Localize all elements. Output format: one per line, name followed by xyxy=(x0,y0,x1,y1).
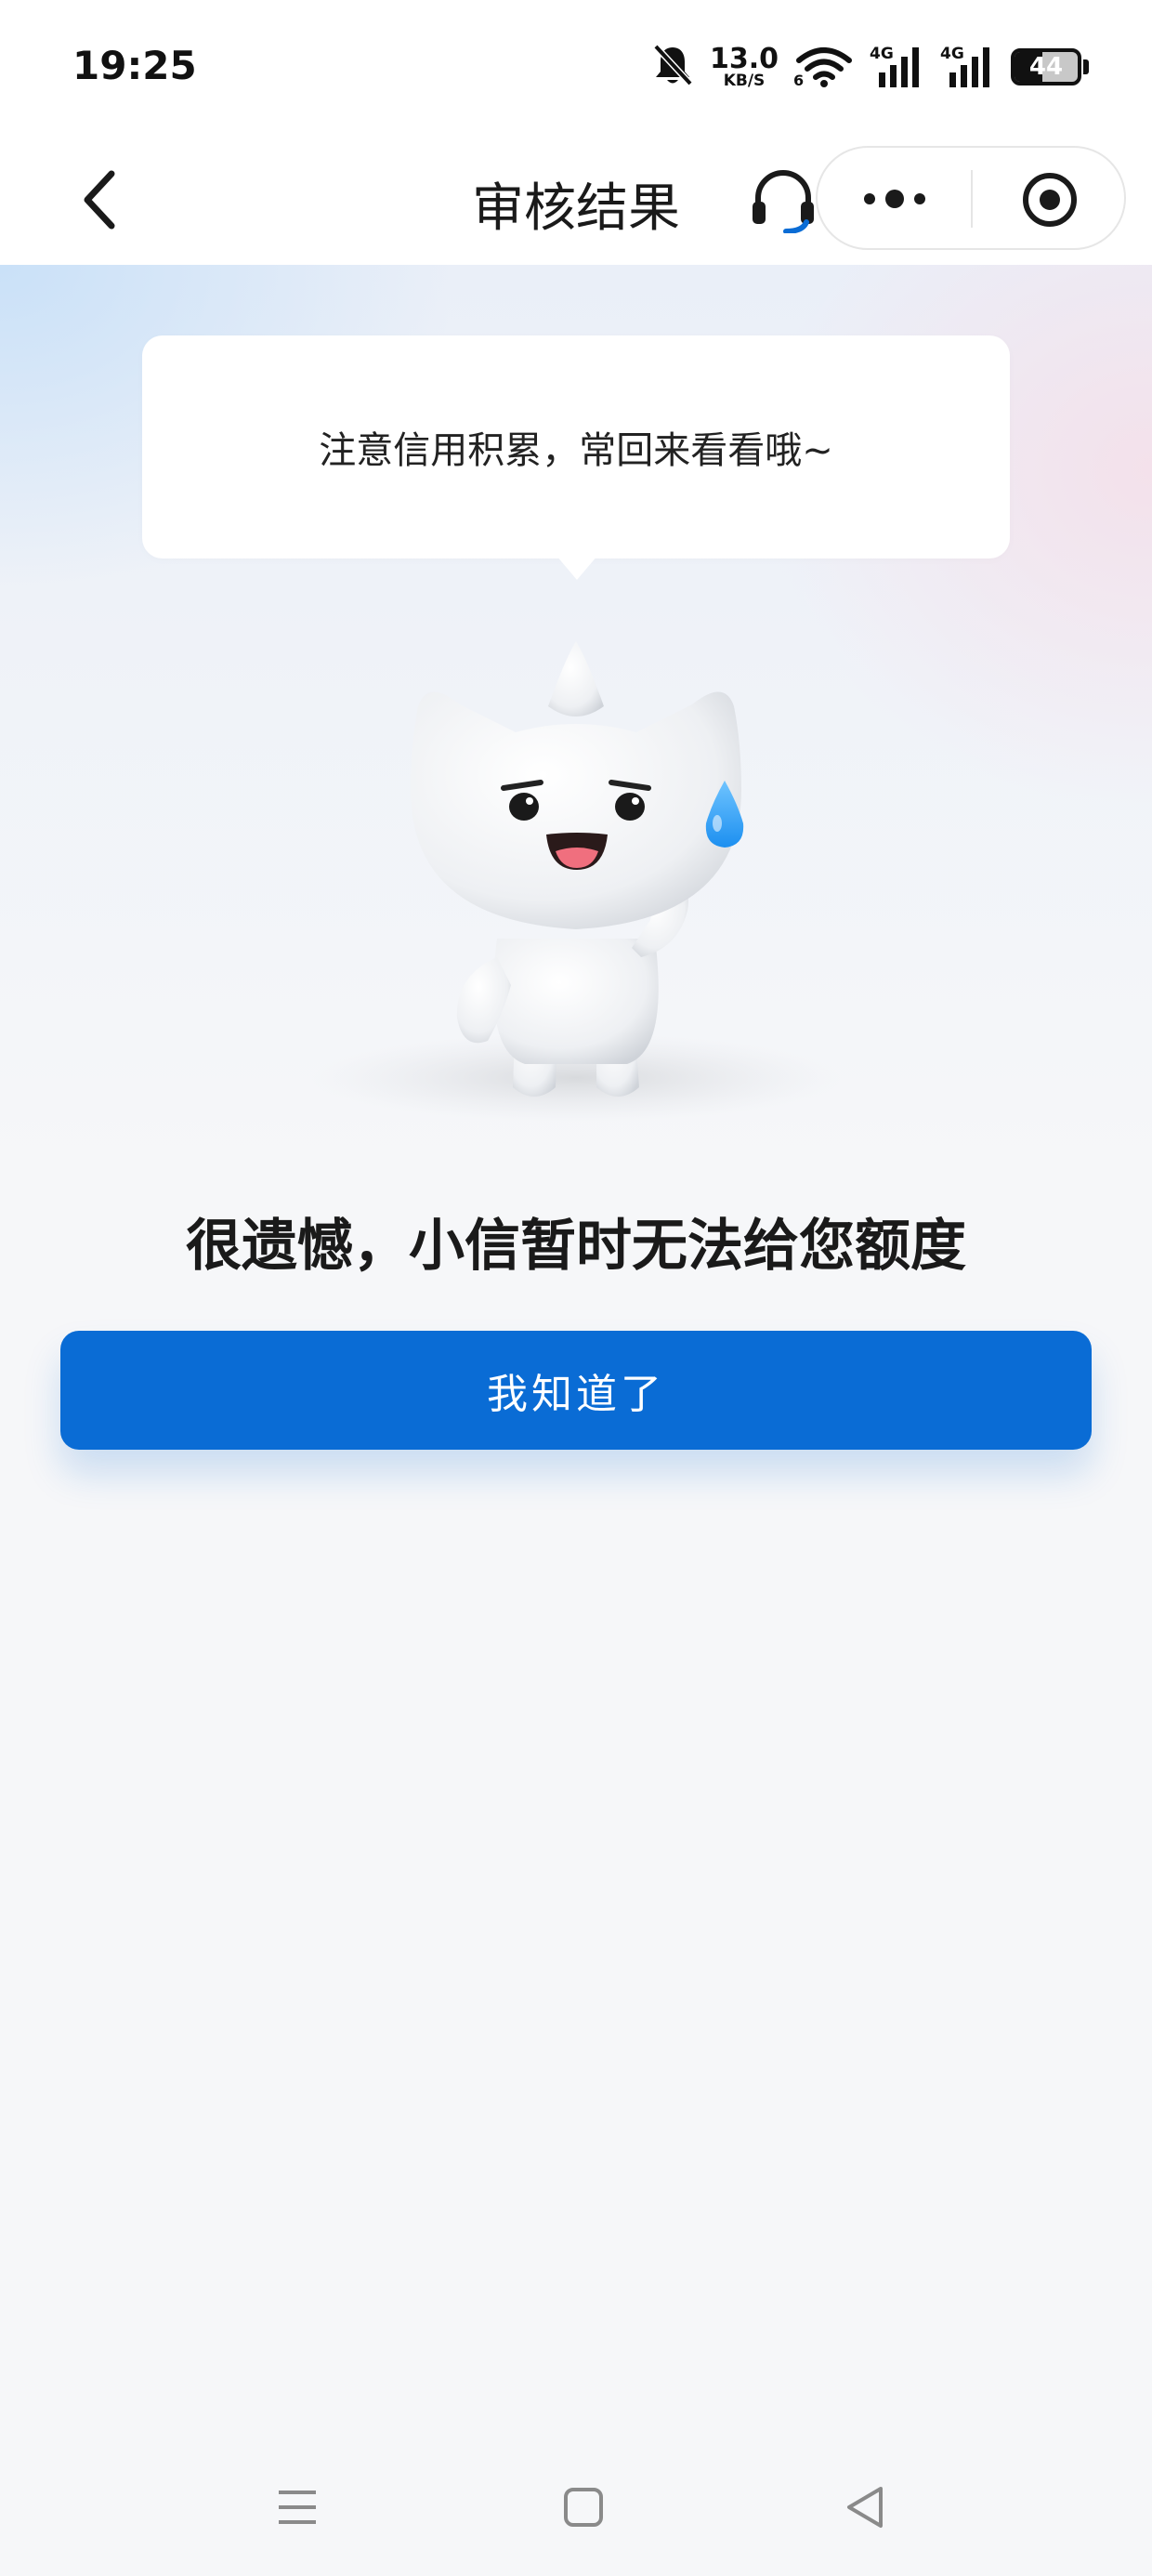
target-circle-icon[interactable] xyxy=(1020,170,1080,230)
wifi-icon: 6 xyxy=(793,46,853,89)
back-triangle-icon[interactable] xyxy=(842,2483,890,2531)
page: 19:25 13.0 KB/S 6 4G 4G 44 审核结果 注意信用积累，常… xyxy=(0,0,1152,2576)
battery-cap xyxy=(1083,59,1089,74)
nav-bar: 审核结果 xyxy=(0,135,1152,265)
status-icons: 13.0 KB/S 6 4G 4G 44 xyxy=(652,41,1089,93)
status-bar: 19:25 13.0 KB/S 6 4G 4G 44 xyxy=(0,0,1152,135)
bell-muted-icon xyxy=(652,44,693,90)
acknowledge-button[interactable]: 我知道了 xyxy=(60,1331,1092,1450)
mascot-illustration xyxy=(297,641,855,1143)
bubble-text: 注意信用积累，常回来看看哦~ xyxy=(319,429,833,472)
signal-icon: 4G xyxy=(870,45,923,89)
speech-bubble: 注意信用积累，常回来看看哦~ xyxy=(142,335,1010,559)
status-time: 19:25 xyxy=(72,43,197,88)
menu-lines-icon[interactable] xyxy=(275,2485,320,2530)
speech-bubble-tail xyxy=(556,556,597,580)
network-speed: 13.0 KB/S xyxy=(709,42,779,90)
battery-level: 44 xyxy=(1028,53,1064,81)
wifi-badge: 6 xyxy=(793,72,805,89)
headset-icon[interactable] xyxy=(751,168,816,234)
mini-program-capsule xyxy=(816,146,1126,250)
more-dots-icon[interactable] xyxy=(853,174,936,224)
acknowledge-button-label: 我知道了 xyxy=(487,1371,665,1418)
result-title: 很遗憾，小信暂时无法给您额度 xyxy=(186,1214,966,1279)
system-nav-bar xyxy=(0,2453,1152,2576)
battery-icon: 44 xyxy=(1011,48,1081,85)
home-square-icon[interactable] xyxy=(561,2485,606,2530)
signal-icon: 4G xyxy=(940,45,994,89)
network-speed-unit: KB/S xyxy=(723,71,766,90)
network-speed-value: 13.0 xyxy=(709,42,779,75)
capsule-divider xyxy=(971,170,973,228)
